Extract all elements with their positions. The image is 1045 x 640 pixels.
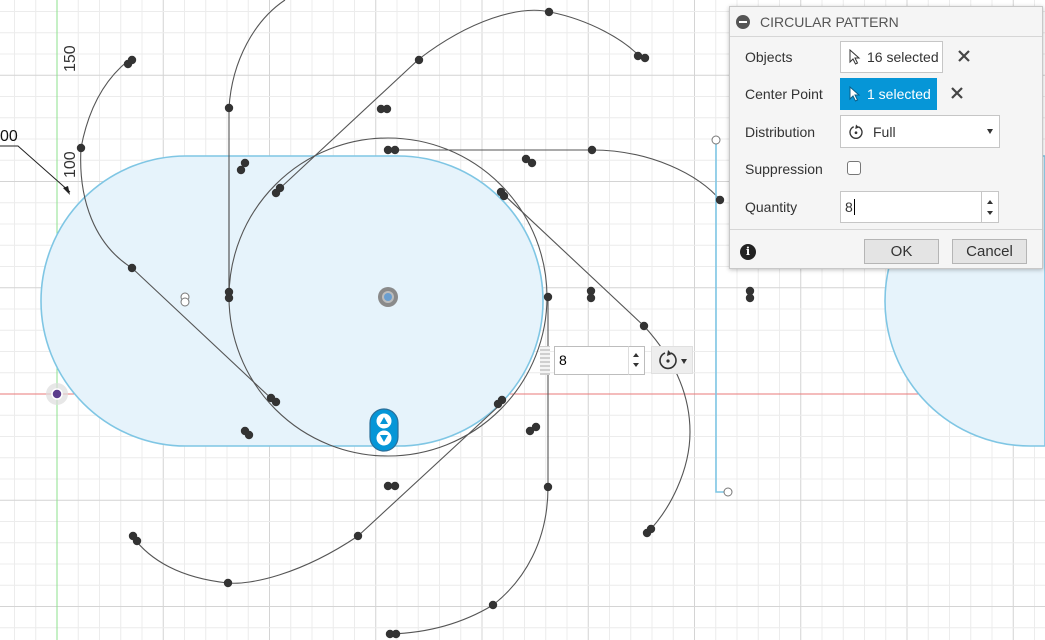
spin-down-icon[interactable]	[633, 363, 639, 367]
dimension-value: 00	[0, 128, 18, 145]
ok-button[interactable]: OK	[864, 239, 939, 264]
suppression-row: Suppression	[730, 151, 1042, 187]
objects-select-button[interactable]: 16 selected	[840, 41, 943, 73]
center-point-select-button[interactable]: 1 selected	[840, 78, 937, 110]
sketch-point[interactable]	[544, 7, 554, 17]
distribution-label: Distribution	[745, 124, 816, 140]
sketch-point[interactable]	[640, 53, 650, 63]
sketch-point[interactable]	[543, 482, 553, 492]
quantity-spinner[interactable]	[982, 191, 999, 223]
distribution-row: Distribution Full	[730, 114, 1042, 150]
distribution-dropdown[interactable]: Full	[840, 115, 1000, 148]
full-rotation-icon	[849, 124, 863, 139]
collapse-icon[interactable]	[736, 14, 750, 29]
sketch-point[interactable]	[390, 481, 400, 491]
sketch-point[interactable]	[271, 397, 281, 407]
sketch-point[interactable]	[497, 395, 507, 405]
sketch-point[interactable]	[224, 103, 234, 113]
spin-down-icon[interactable]	[987, 211, 993, 215]
sketch-point[interactable]	[390, 145, 400, 155]
sketch-point[interactable]	[543, 292, 553, 302]
sketch-point[interactable]	[587, 145, 597, 155]
quantity-row: Quantity 8	[730, 189, 1042, 225]
sketch-point[interactable]	[586, 293, 596, 303]
y-axis-label-150: 150	[62, 45, 79, 72]
sketch-point[interactable]	[527, 158, 537, 168]
center-point-label: Center Point	[745, 86, 823, 102]
objects-row: Objects 16 selected	[730, 39, 1042, 75]
sketch-point[interactable]	[745, 293, 755, 303]
sketch-point[interactable]	[132, 536, 142, 546]
quantity-input[interactable]: 8	[840, 191, 982, 223]
full-rotation-icon	[659, 350, 677, 370]
objects-value: 16 selected	[867, 49, 939, 65]
spin-up-icon[interactable]	[987, 200, 993, 204]
slot-profile[interactable]	[40, 155, 544, 447]
sketch-point[interactable]	[240, 158, 250, 168]
sketch-point[interactable]	[223, 578, 233, 588]
dialog-header[interactable]: CIRCULAR PATTERN	[730, 7, 1042, 37]
objects-label: Objects	[745, 49, 793, 65]
quantity-value: 8	[845, 199, 853, 215]
inline-distribution-dropdown[interactable]	[651, 346, 693, 374]
sketch-point[interactable]	[244, 430, 254, 440]
dialog-title: CIRCULAR PATTERN	[760, 13, 899, 30]
cursor-icon	[849, 86, 861, 102]
info-icon[interactable]: i	[740, 244, 756, 260]
cancel-button[interactable]: Cancel	[952, 239, 1027, 264]
sketch-point[interactable]	[353, 531, 363, 541]
spin-up-icon[interactable]	[633, 353, 639, 357]
sketch-point[interactable]	[639, 321, 649, 331]
cursor-icon	[849, 49, 861, 65]
origin-point-core[interactable]	[51, 388, 63, 400]
gear-icon[interactable]	[378, 287, 398, 307]
center-point-value: 1 selected	[867, 86, 931, 102]
y-axis-label-100: 100	[62, 151, 79, 178]
dimension-leader	[0, 145, 71, 193]
suppression-label: Suppression	[745, 161, 823, 177]
sketch-point[interactable]	[76, 143, 86, 153]
inline-quantity-spinner[interactable]	[628, 346, 645, 375]
sketch-point[interactable]	[646, 524, 656, 534]
center-point-row: Center Point 1 selected	[730, 76, 1042, 112]
sketch-point[interactable]	[224, 293, 234, 303]
open-point[interactable]	[180, 297, 190, 307]
sketch-point[interactable]	[715, 195, 725, 205]
rotate-manipulator[interactable]	[369, 408, 399, 452]
clear-center-point-icon[interactable]	[949, 85, 965, 101]
sketch-point[interactable]	[488, 600, 498, 610]
open-point[interactable]	[711, 135, 721, 145]
dialog-footer: i OK Cancel	[730, 229, 1042, 270]
sketch-point[interactable]	[382, 104, 392, 114]
chevron-down-icon	[681, 359, 687, 364]
drag-grip-icon[interactable]	[540, 346, 550, 375]
sketch-point[interactable]	[499, 191, 509, 201]
sketch-point[interactable]	[275, 183, 285, 193]
sketch-point[interactable]	[414, 55, 424, 65]
sketch-point[interactable]	[391, 629, 401, 639]
chevron-down-icon	[987, 129, 993, 134]
quantity-label: Quantity	[745, 199, 798, 215]
sketch-point[interactable]	[127, 263, 137, 273]
inline-quantity-control[interactable]: 8	[540, 346, 645, 375]
inline-quantity-input[interactable]: 8	[554, 346, 634, 375]
open-point[interactable]	[723, 487, 733, 497]
suppression-checkbox[interactable]	[847, 161, 861, 175]
sketch-point[interactable]	[127, 55, 137, 65]
clear-objects-icon[interactable]	[956, 48, 972, 64]
sketch-point[interactable]	[525, 426, 535, 436]
distribution-value: Full	[873, 123, 896, 140]
circular-pattern-dialog: CIRCULAR PATTERN Objects 16 selected Cen…	[729, 6, 1043, 269]
